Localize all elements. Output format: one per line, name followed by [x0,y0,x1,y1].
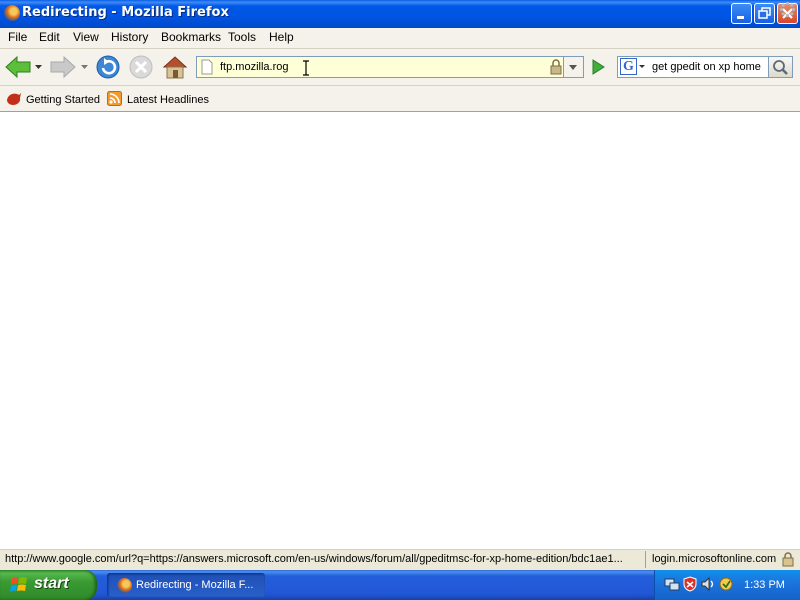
menu-help[interactable]: Help [269,30,294,44]
chevron-down-icon [569,65,577,70]
menu-file[interactable]: File [8,30,27,44]
firefox-bookmark-icon [7,93,21,105]
status-domain: login.microsoftonline.com [652,553,777,565]
back-arrow-icon[interactable] [4,54,32,80]
magnifier-icon [773,60,788,75]
taskbar-firefox-icon [117,578,132,593]
menu-bookmarks[interactable]: Bookmarks [161,30,221,44]
start-label: start [34,575,69,592]
tray-network-icon[interactable] [664,576,680,592]
taskbar-task-label: Redirecting - Mozilla F... [136,579,254,591]
lock-icon [550,59,562,75]
bookmark-getting-started[interactable]: Getting Started [26,94,100,106]
tray-security-shield-icon[interactable] [682,576,698,592]
page-content[interactable] [0,112,800,549]
menu-history[interactable]: History [111,30,148,44]
restore-button[interactable] [754,3,775,24]
search-engine-dropdown-icon[interactable] [638,63,646,70]
taskbar-clock: 1:33 PM [744,579,785,591]
search-engine-icon[interactable]: G [620,58,637,75]
tray-updates-icon[interactable] [718,576,734,592]
restore-icon [758,7,771,19]
text-cursor-icon [303,60,309,76]
throbber-icon [779,1,796,18]
bookmark-latest-headlines[interactable]: Latest Headlines [127,94,209,106]
minimize-icon [737,16,744,19]
security-lock-icon[interactable] [781,552,795,567]
menu-view[interactable]: View [73,30,99,44]
window-title: Redirecting - Mozilla Firefox [22,5,229,20]
forward-arrow-icon[interactable] [49,54,77,80]
stop-icon[interactable] [128,54,154,80]
status-divider [645,551,646,568]
home-icon[interactable] [161,54,189,80]
page-icon [201,59,213,75]
menu-tools[interactable]: Tools [228,30,256,44]
go-icon[interactable] [588,57,608,77]
status-link-text: http://www.google.com/url?q=https://answ… [5,553,623,565]
rss-feed-icon [107,91,122,106]
search-button[interactable] [769,56,793,78]
back-dropdown-icon[interactable] [34,63,43,71]
windows-logo-icon [10,577,27,592]
search-input[interactable]: get gpedit on xp home [652,61,761,73]
url-history-dropdown[interactable] [564,56,584,78]
tray-volume-icon[interactable] [700,576,716,592]
reload-icon[interactable] [95,54,121,80]
minimize-button[interactable] [731,3,752,24]
firefox-icon[interactable] [4,5,20,21]
url-input[interactable]: ftp.mozilla.rog [220,61,288,73]
menu-edit[interactable]: Edit [39,30,60,44]
forward-dropdown-icon[interactable] [80,63,89,71]
